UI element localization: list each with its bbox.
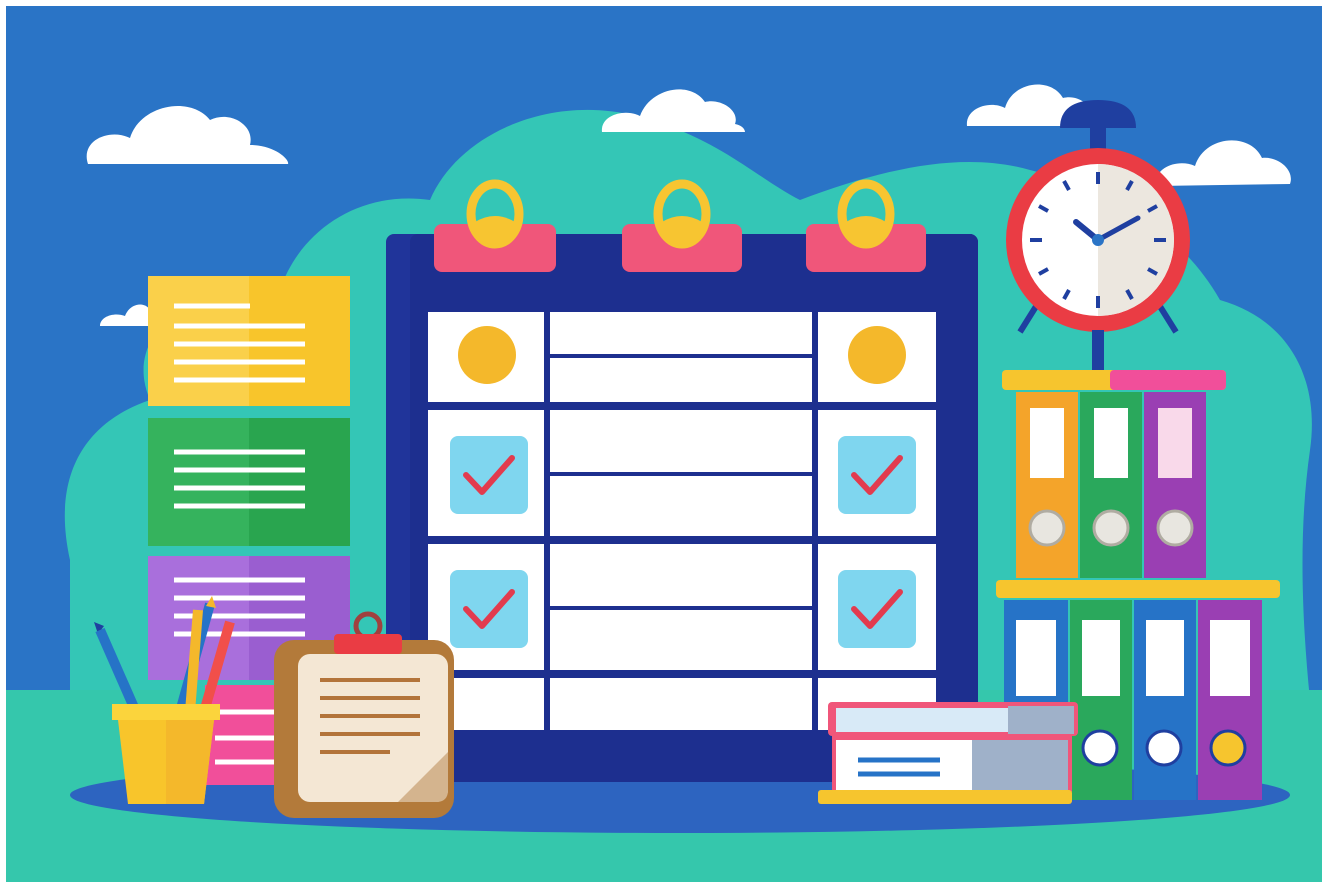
checkbox-checked-icon: [450, 436, 528, 514]
circle-mark-icon: [458, 326, 516, 384]
book-icon: [828, 702, 1078, 736]
illustration-canvas: [0, 0, 1326, 886]
clipboard-icon: [274, 611, 454, 818]
binder-icon: [1144, 392, 1206, 578]
binder-shelf-upper: [1002, 370, 1226, 390]
binder-icon: [1134, 600, 1196, 800]
checkbox-checked-icon: [838, 570, 916, 648]
binder-icon: [1016, 392, 1078, 578]
checkbox-checked-icon: [838, 436, 916, 514]
illustration: [0, 0, 1326, 886]
book-icon: [818, 790, 1072, 804]
binder-icon: [1198, 600, 1262, 800]
binder-icon: [1080, 392, 1142, 578]
binder-icon: [1070, 600, 1132, 800]
sticky-note-icon: [148, 418, 350, 546]
calendar-board-icon: [386, 179, 978, 782]
checkbox-checked-icon: [450, 570, 528, 648]
binder-shelf-lower: [996, 580, 1280, 598]
book-icon: [832, 736, 1072, 792]
sticky-note-icon: [148, 276, 350, 406]
circle-mark-icon: [848, 326, 906, 384]
